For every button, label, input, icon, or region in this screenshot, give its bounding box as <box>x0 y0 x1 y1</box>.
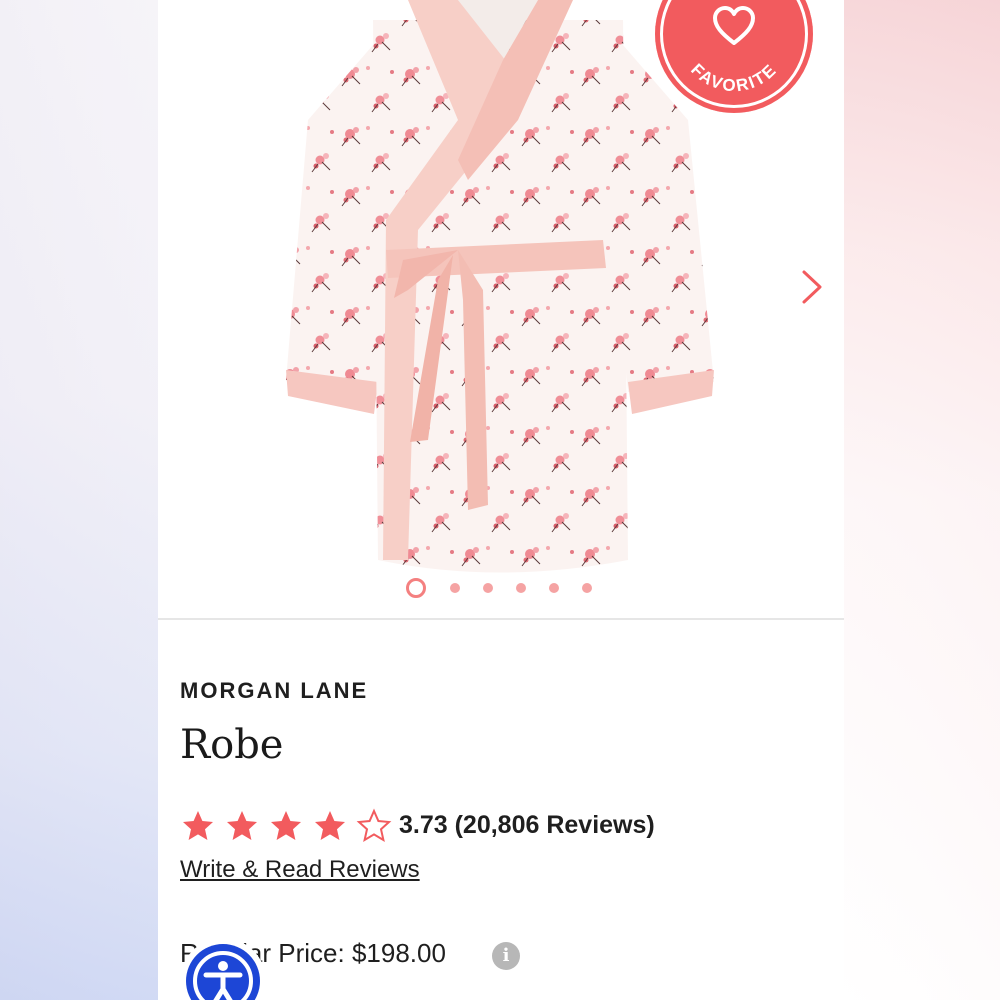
star-filled-icon <box>227 811 257 840</box>
product-title: Robe <box>180 722 284 768</box>
carousel-dot-6[interactable] <box>582 583 592 593</box>
star-filled-icon <box>183 811 213 840</box>
svg-text:FAVORITE: FAVORITE <box>687 60 781 96</box>
carousel-dot-5[interactable] <box>549 583 559 593</box>
star-filled-icon <box>271 811 301 840</box>
info-icon[interactable]: i <box>492 942 520 970</box>
heart-icon <box>713 6 755 45</box>
carousel-dot-1[interactable] <box>406 578 426 598</box>
brand-name[interactable]: MORGAN LANE <box>180 678 368 704</box>
star-filled-icon <box>315 811 345 840</box>
chevron-right-icon[interactable] <box>796 268 826 306</box>
background-right <box>843 0 1000 1000</box>
background-left <box>0 0 158 1000</box>
favorite-badge: PANDEX FAVORITE <box>655 0 813 113</box>
carousel-dot-3[interactable] <box>483 583 493 593</box>
rating-summary[interactable]: 3.73 (20,806 Reviews) <box>399 811 655 840</box>
carousel-dots <box>406 578 606 598</box>
star-empty-icon <box>356 808 392 843</box>
page: PANDEX FAVORITE <box>0 0 1000 1000</box>
product-card: PANDEX FAVORITE <box>158 0 844 1000</box>
write-read-reviews-link[interactable]: Write & Read Reviews <box>180 856 420 884</box>
divider <box>158 618 844 620</box>
star-rating <box>180 808 395 844</box>
accessibility-button[interactable] <box>182 940 264 1000</box>
accessibility-icon <box>193 951 253 1000</box>
carousel-dot-4[interactable] <box>516 583 526 593</box>
carousel-dot-2[interactable] <box>450 583 460 593</box>
accessibility-icon-bg <box>186 944 260 1000</box>
product-image-carousel[interactable]: PANDEX FAVORITE <box>158 0 844 615</box>
